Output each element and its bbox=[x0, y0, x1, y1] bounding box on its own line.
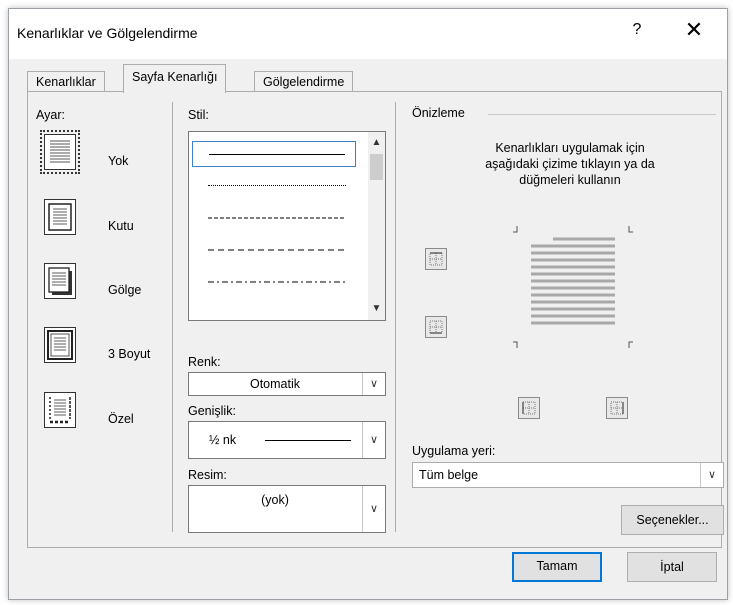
chevron-down-icon[interactable]: ∨ bbox=[362, 486, 385, 532]
setting-box-label[interactable]: Kutu bbox=[108, 219, 134, 233]
bottom-border-icon bbox=[429, 320, 443, 334]
ok-button[interactable]: Tamam bbox=[512, 552, 602, 582]
width-dropdown[interactable]: ½ nk ∨ bbox=[188, 421, 386, 459]
column-divider-right bbox=[395, 102, 396, 532]
setting-none-label[interactable]: Yok bbox=[108, 154, 128, 168]
right-border-button[interactable] bbox=[606, 397, 628, 419]
tab-borders[interactable]: Kenarlıklar bbox=[27, 71, 105, 92]
left-border-icon bbox=[522, 401, 536, 415]
art-value: (yok) bbox=[261, 493, 289, 507]
right-border-icon bbox=[610, 401, 624, 415]
dash-dot-line-icon bbox=[208, 281, 346, 283]
style-label: Stil: bbox=[188, 108, 209, 122]
style-scrollbar[interactable]: ▲ ▼ bbox=[368, 132, 385, 320]
style-item-dashed-large[interactable] bbox=[192, 237, 356, 263]
tab-page-border-label: Sayfa Kenarlığı bbox=[132, 70, 218, 84]
color-dropdown[interactable]: Otomatik ∨ bbox=[188, 372, 386, 396]
setting-label: Ayar: bbox=[36, 108, 65, 122]
options-button[interactable]: Seçenekler... bbox=[621, 505, 724, 535]
setting-3d-label[interactable]: 3 Boyut bbox=[108, 347, 150, 361]
instruction-line-2: aşağıdaki çizime tıklayın ya da bbox=[485, 157, 655, 171]
instruction-line-3: düğmeleri kullanın bbox=[519, 173, 621, 187]
setting-custom-label[interactable]: Özel bbox=[108, 412, 134, 426]
top-border-button[interactable] bbox=[425, 248, 447, 270]
solid-line-icon bbox=[209, 154, 345, 155]
setting-custom-icon[interactable] bbox=[44, 392, 76, 428]
chevron-down-icon[interactable]: ∨ bbox=[362, 373, 385, 395]
preview-rule bbox=[488, 114, 716, 115]
style-listbox[interactable]: ▲ ▼ bbox=[188, 131, 386, 321]
tab-page-border[interactable]: Sayfa Kenarlığı bbox=[123, 64, 227, 93]
page-border-panel: Ayar: Yok Kutu Gölge 3 Boyut Özel Stil: … bbox=[27, 91, 724, 548]
preview-instructions: Kenarlıkları uygulamak için aşağıdaki çi… bbox=[420, 140, 720, 188]
left-border-button[interactable] bbox=[518, 397, 540, 419]
dotted-line-icon bbox=[208, 185, 346, 186]
setting-3d-icon[interactable] bbox=[44, 327, 76, 363]
apply-to-label: Uygulama yeri: bbox=[412, 444, 496, 458]
style-item-solid[interactable] bbox=[192, 141, 356, 167]
preview-label: Önizleme bbox=[412, 106, 465, 120]
apply-to-value: Tüm belge bbox=[419, 468, 479, 482]
art-label: Resim: bbox=[188, 468, 227, 482]
top-border-icon bbox=[429, 252, 443, 266]
tab-shading[interactable]: Gölgelendirme bbox=[254, 71, 354, 92]
width-line-sample bbox=[265, 440, 351, 441]
help-button[interactable]: ? bbox=[627, 21, 647, 39]
close-button[interactable]: ✕ bbox=[679, 17, 709, 43]
setting-shadow-icon[interactable] bbox=[44, 263, 76, 299]
scroll-up-icon[interactable]: ▲ bbox=[368, 134, 385, 152]
apply-to-dropdown[interactable]: Tüm belge ∨ bbox=[412, 462, 724, 488]
style-item-dotted[interactable] bbox=[192, 173, 356, 199]
chevron-down-icon[interactable]: ∨ bbox=[362, 422, 385, 458]
borders-shading-dialog: Kenarlıklar ve Gölgelendirme ? ✕ Kenarlı… bbox=[8, 8, 728, 600]
scroll-thumb[interactable] bbox=[370, 154, 383, 180]
title-bar: Kenarlıklar ve Gölgelendirme ? ✕ bbox=[9, 9, 727, 59]
page-preview-diagram[interactable] bbox=[503, 222, 643, 352]
dialog-title: Kenarlıklar ve Gölgelendirme bbox=[17, 25, 198, 41]
width-label: Genişlik: bbox=[188, 404, 236, 418]
art-dropdown[interactable]: (yok) ∨ bbox=[188, 485, 386, 533]
width-value: ½ nk bbox=[209, 433, 237, 447]
tab-borders-label: Kenarlıklar bbox=[36, 75, 96, 89]
style-item-dash-dot[interactable] bbox=[192, 269, 356, 295]
instruction-line-1: Kenarlıkları uygulamak için bbox=[495, 141, 645, 155]
column-divider bbox=[172, 102, 173, 532]
color-label: Renk: bbox=[188, 355, 221, 369]
setting-box-icon[interactable] bbox=[44, 199, 76, 235]
large-dash-line-icon bbox=[208, 249, 346, 251]
bottom-border-button[interactable] bbox=[425, 316, 447, 338]
tab-shading-label: Gölgelendirme bbox=[263, 75, 345, 89]
cancel-button[interactable]: İptal bbox=[627, 552, 717, 582]
scroll-down-icon[interactable]: ▼ bbox=[368, 300, 385, 318]
setting-none-icon[interactable] bbox=[40, 130, 80, 174]
color-value: Otomatik bbox=[249, 377, 300, 391]
small-dash-line-icon bbox=[208, 217, 346, 219]
setting-shadow-label[interactable]: Gölge bbox=[108, 283, 141, 297]
style-item-dashed-small[interactable] bbox=[192, 205, 356, 231]
chevron-down-icon[interactable]: ∨ bbox=[700, 463, 723, 487]
